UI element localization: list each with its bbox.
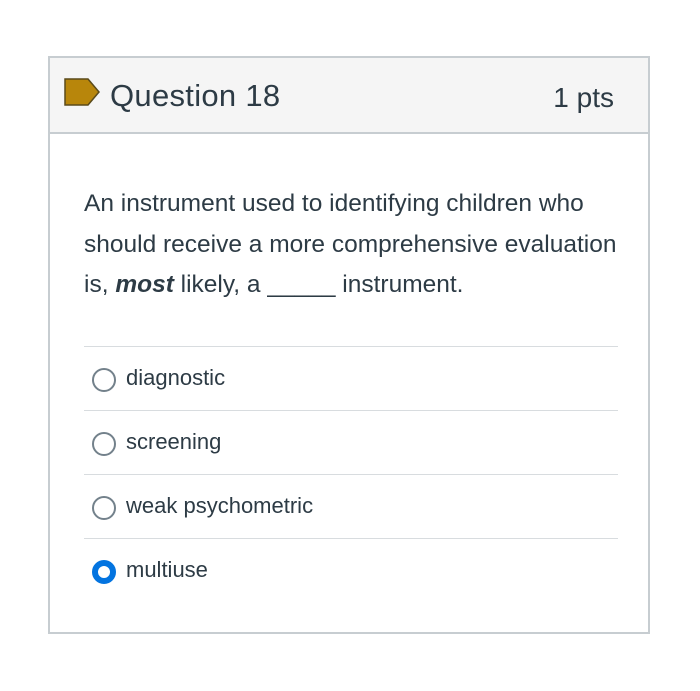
question-text: An instrument used to identifying childr… — [84, 184, 624, 306]
radio-button[interactable] — [92, 496, 116, 520]
radio-button-selected[interactable] — [92, 560, 116, 584]
answer-label[interactable]: screening — [126, 426, 221, 458]
radio-button[interactable] — [92, 368, 116, 392]
question-title: Question 18 — [110, 78, 281, 113]
answer-option-multiuse[interactable]: multiuse — [84, 538, 618, 602]
question-points: 1 pts — [553, 82, 614, 113]
radio-button[interactable] — [92, 432, 116, 456]
answer-option-screening[interactable]: screening — [84, 410, 618, 474]
answer-option-weak-psychometric[interactable]: weak psychometric — [84, 474, 618, 538]
flag-icon[interactable] — [64, 78, 100, 106]
question-card: Question 18 1 pts An instrument used to … — [48, 56, 650, 634]
answer-label[interactable]: weak psychometric — [126, 490, 313, 522]
question-header: Question 18 1 pts — [50, 58, 648, 134]
answer-label[interactable]: multiuse — [126, 554, 208, 586]
answer-label[interactable]: diagnostic — [126, 362, 225, 394]
question-text-emphasis: most — [115, 271, 174, 298]
answer-list: diagnostic screening weak psychometric m… — [84, 346, 618, 602]
answer-option-diagnostic[interactable]: diagnostic — [84, 346, 618, 410]
question-text-part2: likely, a _____ instrument. — [173, 271, 464, 298]
